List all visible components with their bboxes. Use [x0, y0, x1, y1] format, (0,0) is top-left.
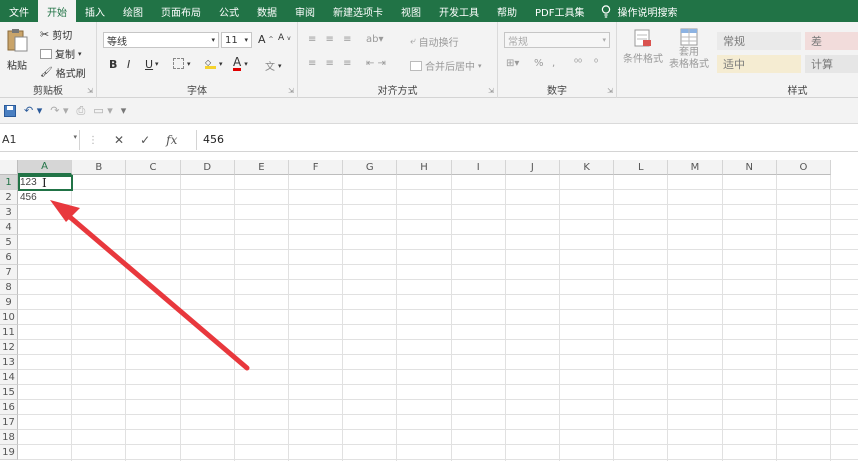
annotation-arrow: [50, 200, 250, 371]
excel-window: 文件 开始 插入 绘图 页面布局 公式 数据 审阅 新建选项卡 视图 开发工具 …: [0, 0, 858, 461]
